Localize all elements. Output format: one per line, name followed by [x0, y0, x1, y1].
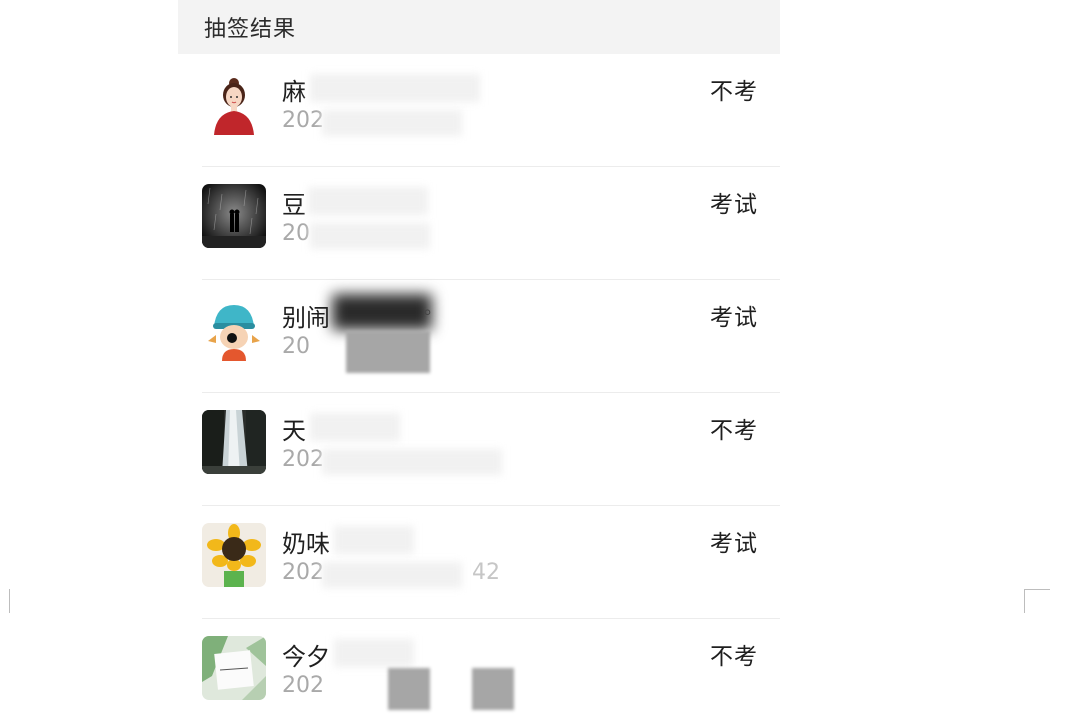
page-corner-mark-left [0, 589, 10, 613]
blurred-date [322, 110, 462, 136]
blurred-name [334, 526, 414, 554]
list-item[interactable]: 奶味 202 42 考试 [202, 506, 780, 619]
timestamp-tail: 42 [472, 560, 500, 585]
blue-hat-girl-icon [202, 297, 266, 361]
blurred-name [332, 294, 432, 330]
sunflower-avatar-icon [202, 523, 266, 587]
girl-avatar-icon [202, 71, 266, 135]
blurred-date [310, 223, 430, 249]
draw-result: 不考 [710, 644, 758, 670]
list-item[interactable]: 别闹 。 20 考试 [202, 280, 780, 393]
avatar [202, 297, 266, 361]
draw-result: 不考 [710, 418, 758, 444]
user-name: 豆 [282, 191, 306, 219]
avatar [202, 71, 266, 135]
blurred-name [308, 187, 428, 215]
avatar [202, 636, 266, 700]
screenshot-page: 抽签结果 麻 202 不考 豆 20 考试 别闹 。 20 考试 天 202 不… [0, 0, 1080, 716]
blurred-name [334, 639, 414, 667]
card-leaves-photo-icon [202, 636, 266, 700]
page-title: 抽签结果 [204, 17, 297, 42]
timestamp: 202 [282, 447, 324, 472]
blurred-name [310, 413, 400, 441]
blurred-date [322, 562, 462, 588]
user-name: 天 [282, 417, 306, 445]
avatar [202, 523, 266, 587]
mosaic-redaction [388, 668, 430, 710]
list-item[interactable]: 今夕 202 不考 [202, 619, 780, 716]
page-corner-mark-right [1024, 589, 1050, 613]
blurred-date [322, 449, 502, 475]
avatar [202, 184, 266, 248]
timestamp: 20 [282, 221, 310, 246]
timestamp: 202 [282, 673, 324, 698]
timestamp: 20 [282, 334, 310, 359]
avatar [202, 410, 266, 474]
rain-photo-icon [202, 184, 266, 248]
draw-result: 考试 [710, 531, 758, 557]
name-suffix: 。 [424, 298, 442, 319]
user-name: 麻 [282, 78, 306, 106]
list-item[interactable]: 豆 20 考试 [202, 167, 780, 280]
draw-result: 考试 [710, 192, 758, 218]
draw-result: 考试 [710, 305, 758, 331]
waterfall-photo-icon [202, 410, 266, 474]
draw-result: 不考 [710, 79, 758, 105]
list-item[interactable]: 天 202 不考 [202, 393, 780, 506]
timestamp: 202 [282, 108, 324, 133]
mosaic-redaction [472, 668, 514, 710]
blurred-name [310, 74, 480, 102]
user-name: 别闹 [282, 304, 330, 332]
list-item[interactable]: 麻 202 不考 [202, 54, 780, 167]
user-name: 奶味 [282, 530, 330, 558]
mosaic-redaction [346, 331, 430, 373]
user-name: 今夕 [282, 643, 330, 671]
draw-results-panel: 抽签结果 麻 202 不考 豆 20 考试 别闹 。 20 考试 天 202 不… [178, 0, 780, 716]
results-header: 抽签结果 [178, 0, 780, 54]
timestamp: 202 [282, 560, 324, 585]
